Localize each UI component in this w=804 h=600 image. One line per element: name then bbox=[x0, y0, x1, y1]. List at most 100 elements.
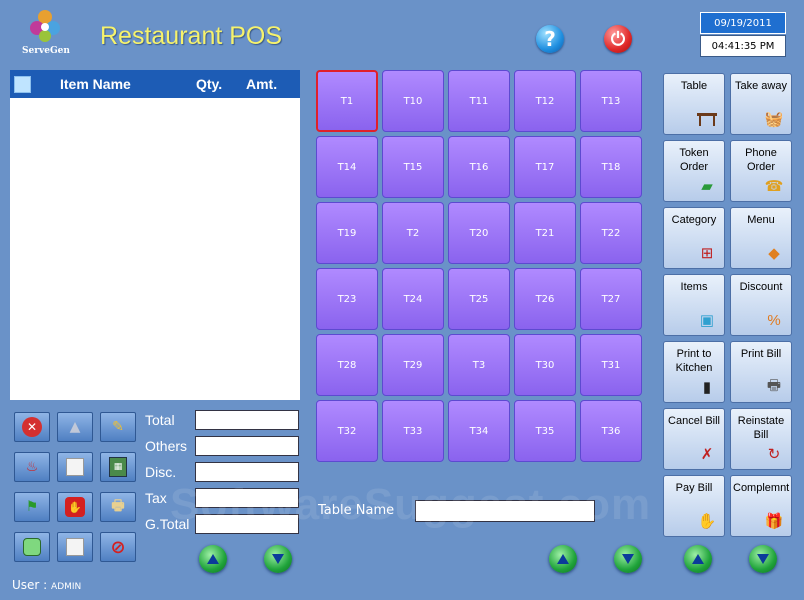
table-button-t28[interactable]: T28 bbox=[316, 334, 378, 396]
category-label: Category bbox=[671, 214, 717, 226]
disc-label: Disc. bbox=[145, 464, 177, 480]
table-button-t12[interactable]: T12 bbox=[514, 70, 576, 132]
table-button-t30[interactable]: T30 bbox=[514, 334, 576, 396]
calculator-icon: ▦ bbox=[109, 457, 127, 477]
table-button-t11[interactable]: T11 bbox=[448, 70, 510, 132]
table-button-t18[interactable]: T18 bbox=[580, 136, 642, 198]
table-button-t17[interactable]: T17 bbox=[514, 136, 576, 198]
total-field[interactable] bbox=[195, 410, 299, 430]
table-button-t32[interactable]: T32 bbox=[316, 400, 378, 462]
arrow-down-icon bbox=[272, 554, 284, 564]
print-button[interactable]: 🖶 bbox=[100, 492, 136, 522]
table-button-t29[interactable]: T29 bbox=[382, 334, 444, 396]
table-button[interactable]: Table bbox=[663, 73, 725, 135]
note-icon bbox=[66, 458, 84, 476]
phone-order-label: Phone Order bbox=[745, 147, 777, 173]
note-button[interactable] bbox=[57, 452, 93, 482]
gift-icon: 🎁 bbox=[764, 513, 784, 530]
table-button-t22[interactable]: T22 bbox=[580, 202, 642, 264]
table-button-t3[interactable]: T3 bbox=[448, 334, 510, 396]
table-button-t33[interactable]: T33 bbox=[382, 400, 444, 462]
pencil-icon: ✎ bbox=[112, 419, 124, 435]
menu-button[interactable]: Menu ◆ bbox=[730, 207, 792, 269]
table-button-t20[interactable]: T20 bbox=[448, 202, 510, 264]
reinstate-bill-button[interactable]: Reinstate Bill ↻ bbox=[730, 408, 792, 470]
items-button[interactable]: Items ▣ bbox=[663, 274, 725, 336]
table-button-t14[interactable]: T14 bbox=[316, 136, 378, 198]
print-to-kitchen-button[interactable]: Print to Kitchen ▮ bbox=[663, 341, 725, 403]
no-entry-icon: ⊘ bbox=[110, 536, 126, 558]
time-display: 04:41:35 PM bbox=[700, 35, 786, 57]
phone-order-button[interactable]: Phone Order ☎ bbox=[730, 140, 792, 202]
table-button-t36[interactable]: T36 bbox=[580, 400, 642, 462]
pay-bill-label: Pay Bill bbox=[675, 482, 713, 494]
question-icon[interactable]: ? bbox=[536, 25, 564, 53]
table-button-t35[interactable]: T35 bbox=[514, 400, 576, 462]
edit-button[interactable]: ✎ bbox=[100, 412, 136, 442]
order-list-header: Item Name Qty. Amt. bbox=[10, 70, 300, 98]
weight-icon: ▲ bbox=[69, 419, 81, 435]
table-icon bbox=[696, 109, 718, 129]
table-button-t26[interactable]: T26 bbox=[514, 268, 576, 330]
category-button[interactable]: Category ⊞ bbox=[663, 207, 725, 269]
table-button-t27[interactable]: T27 bbox=[580, 268, 642, 330]
page-button[interactable] bbox=[57, 532, 93, 562]
flag-button[interactable]: ⚑ bbox=[14, 492, 50, 522]
token-order-label: Token Order bbox=[679, 147, 709, 173]
complemnt-button[interactable]: Complemnt 🎁 bbox=[730, 475, 792, 537]
table-button-t25[interactable]: T25 bbox=[448, 268, 510, 330]
brand-name: ServeGen bbox=[22, 46, 70, 56]
date-display: 09/19/2011 bbox=[700, 12, 786, 34]
weight-button[interactable]: ▲ bbox=[57, 412, 93, 442]
table-button-t23[interactable]: T23 bbox=[316, 268, 378, 330]
others-field[interactable] bbox=[195, 436, 299, 456]
disc-field[interactable] bbox=[195, 462, 299, 482]
take-away-button[interactable]: Take away 🧺 bbox=[730, 73, 792, 135]
user-name: ADMIN bbox=[51, 582, 82, 592]
stop-icon: ✋ bbox=[65, 497, 85, 517]
square-button[interactable] bbox=[14, 532, 50, 562]
void-button[interactable]: ⊘ bbox=[100, 532, 136, 562]
table-button-t1[interactable]: T1 bbox=[316, 70, 378, 132]
cancel-bill-button[interactable]: Cancel Bill ✗ bbox=[663, 408, 725, 470]
items-label: Items bbox=[680, 281, 708, 293]
reinstate-bill-label: Reinstate Bill bbox=[737, 415, 785, 441]
order-scroll-up-button[interactable] bbox=[199, 545, 227, 573]
table-button-t24[interactable]: T24 bbox=[382, 268, 444, 330]
page-icon bbox=[66, 538, 84, 556]
total-label: Total bbox=[145, 412, 175, 428]
table-button-t19[interactable]: T19 bbox=[316, 202, 378, 264]
calculator-button[interactable]: ▦ bbox=[100, 452, 136, 482]
spicy-button[interactable]: ♨ bbox=[14, 452, 50, 482]
pay-bill-button[interactable]: Pay Bill ✋ bbox=[663, 475, 725, 537]
cancel-item-button[interactable]: ✕ bbox=[14, 412, 50, 442]
table-button-t21[interactable]: T21 bbox=[514, 202, 576, 264]
arrow-up-icon bbox=[207, 554, 219, 564]
tables-scroll-down-button[interactable] bbox=[614, 545, 642, 573]
order-list[interactable]: Item Name Qty. Amt. bbox=[10, 70, 300, 400]
table-button-t31[interactable]: T31 bbox=[580, 334, 642, 396]
table-button-t16[interactable]: T16 bbox=[448, 136, 510, 198]
table-button-t13[interactable]: T13 bbox=[580, 70, 642, 132]
functions-scroll-down-button[interactable] bbox=[749, 545, 777, 573]
table-button-t15[interactable]: T15 bbox=[382, 136, 444, 198]
app-logo: ServeGen bbox=[18, 8, 74, 60]
discount-label: Discount bbox=[739, 281, 783, 293]
token-order-button[interactable]: Token Order ▰ bbox=[663, 140, 725, 202]
cancel-bill-icon: ✗ bbox=[700, 446, 714, 463]
power-icon[interactable]: ⏻ bbox=[604, 25, 632, 53]
order-scroll-down-button[interactable] bbox=[264, 545, 292, 573]
discount-button[interactable]: Discount% bbox=[730, 274, 792, 336]
print-bill-button[interactable]: Print Bill 🖶 bbox=[730, 341, 792, 403]
select-all-checkbox[interactable] bbox=[14, 76, 31, 93]
app-title: Restaurant POS bbox=[100, 22, 283, 50]
table-button-t10[interactable]: T10 bbox=[382, 70, 444, 132]
stop-button[interactable]: ✋ bbox=[57, 492, 93, 522]
functions-scroll-up-button[interactable] bbox=[684, 545, 712, 573]
table-button-t34[interactable]: T34 bbox=[448, 400, 510, 462]
square-icon bbox=[23, 538, 41, 556]
tables-scroll-up-button[interactable] bbox=[549, 545, 577, 573]
reinstate-icon: ↻ bbox=[767, 446, 781, 463]
table-button-t2[interactable]: T2 bbox=[382, 202, 444, 264]
flower-logo-icon bbox=[30, 10, 60, 42]
